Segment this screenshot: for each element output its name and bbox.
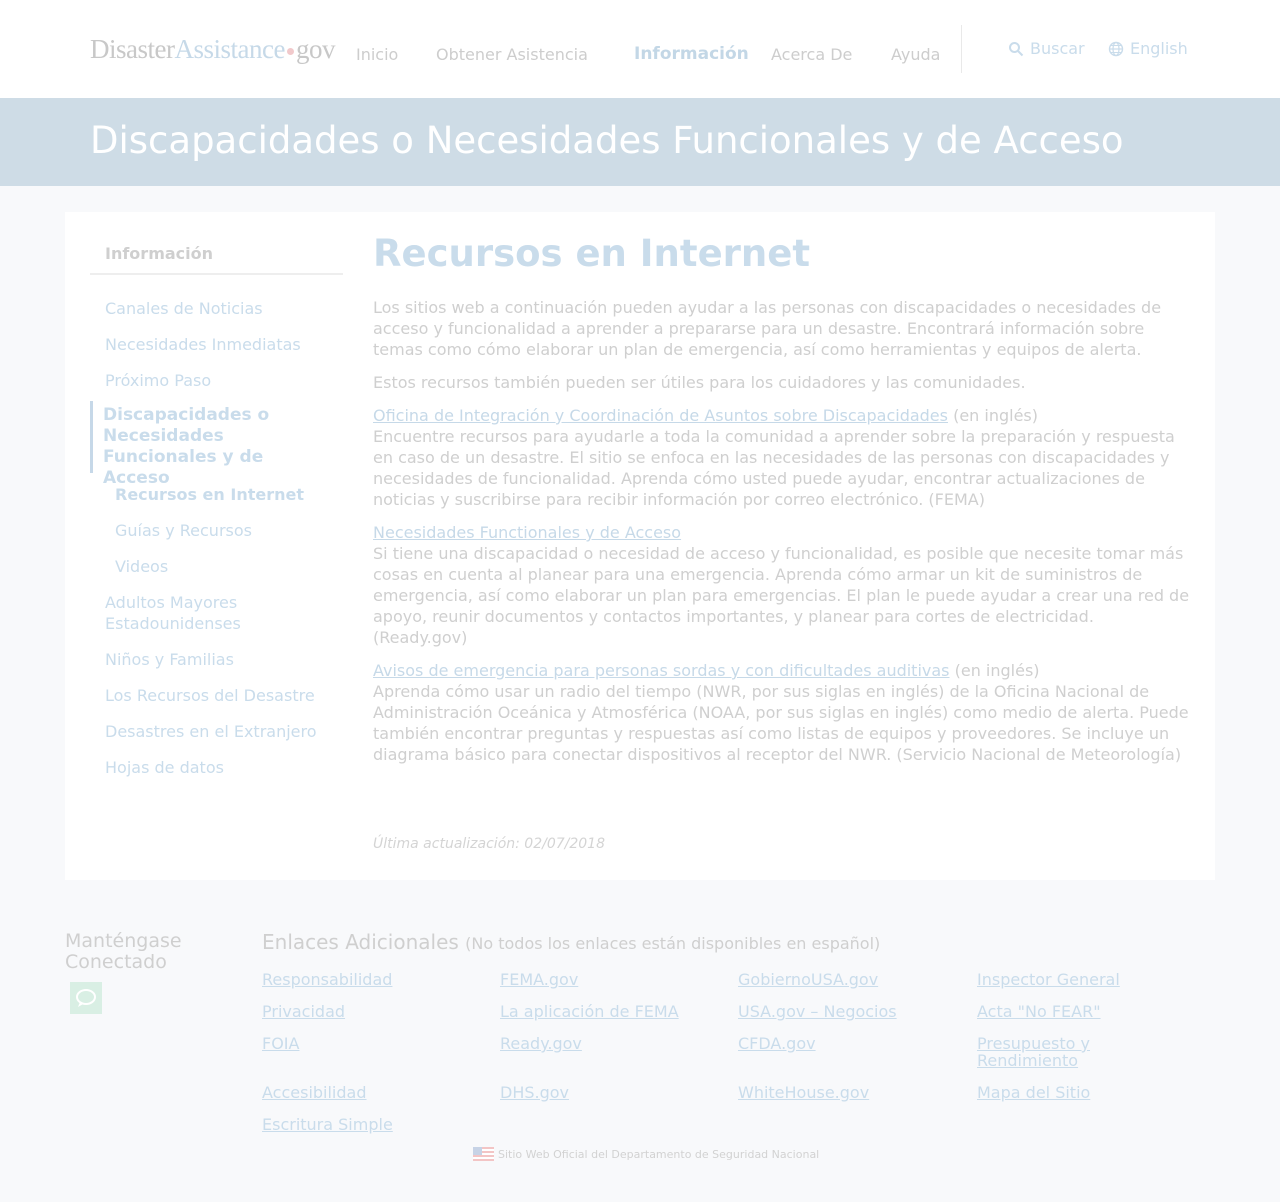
- footer-link-privacidad[interactable]: Privacidad: [262, 1003, 462, 1020]
- footer-link-presupuesto[interactable]: Presupuesto y Rendimiento: [977, 1035, 1117, 1069]
- nav-informacion[interactable]: Información: [634, 44, 749, 64]
- site-logo[interactable]: DisasterAssistance gov: [90, 34, 335, 65]
- official-site-text: Sitio Web Oficial del Departamento de Se…: [498, 1147, 820, 1161]
- search-button[interactable]: Buscar: [1008, 39, 1085, 58]
- footer-link-mapa-sitio[interactable]: Mapa del Sitio: [977, 1084, 1177, 1101]
- sidebar-item-guias-y-recursos[interactable]: Guías y Recursos: [115, 520, 345, 541]
- language-label: English: [1130, 39, 1188, 58]
- footer-link-escritura-simple[interactable]: Escritura Simple: [262, 1116, 462, 1133]
- page-banner: Discapacidades o Necesidades Funcionales…: [0, 98, 1280, 186]
- sidebar-item-adultos-mayores[interactable]: Adultos Mayores Estadounidenses: [105, 592, 285, 634]
- additional-links-heading: Enlaces Adicionales (No todos los enlace…: [262, 930, 880, 954]
- official-site-notice: Sitio Web Oficial del Departamento de Se…: [473, 1147, 819, 1161]
- nav-ayuda[interactable]: Ayuda: [891, 45, 940, 64]
- footer-link-foia[interactable]: FOIA: [262, 1035, 462, 1052]
- chat-social-button[interactable]: [70, 982, 102, 1014]
- sidebar-title: Información: [105, 244, 214, 263]
- resource-link-avisos-sordos[interactable]: Avisos de emergencia para personas sorda…: [373, 661, 950, 680]
- sidebar-item-videos[interactable]: Videos: [115, 556, 345, 577]
- nav-divider: [961, 25, 962, 73]
- sidebar-item-desastres-extranjero[interactable]: Desastres en el Extranjero: [105, 721, 335, 742]
- section-title: Recursos en Internet: [373, 232, 811, 275]
- nav-inicio[interactable]: Inicio: [356, 45, 398, 64]
- sidebar-item-ninos-y-familias[interactable]: Niños y Familias: [105, 649, 335, 670]
- intro-paragraph: Los sitios web a continuación pueden ayu…: [373, 298, 1162, 359]
- last-updated: Última actualización: 02/07/2018: [373, 836, 605, 852]
- stay-connected-heading: Manténgase Conectado: [65, 930, 182, 973]
- sidebar-item-recursos-del-desastre[interactable]: Los Recursos del Desastre: [105, 685, 335, 706]
- resource-description: Si tiene una discapacidad o necesidad de…: [373, 544, 1190, 647]
- footer-link-dhs[interactable]: DHS.gov: [500, 1084, 700, 1101]
- logo-text-disaster: Disaster: [90, 34, 175, 64]
- nav-acerca-de[interactable]: Acerca De: [771, 45, 852, 64]
- language-button[interactable]: English: [1108, 39, 1188, 58]
- sidebar-active-indicator: [90, 401, 93, 473]
- resource-description: Aprenda cómo usar un radio del tiempo (N…: [373, 682, 1189, 764]
- search-label: Buscar: [1030, 39, 1085, 58]
- resource-item: Necesidades Functionales y de Acceso Si …: [373, 522, 1193, 648]
- intro-paragraph-2: Estos recursos también pueden ser útiles…: [373, 373, 1026, 392]
- footer-link-accesibilidad[interactable]: Accesibilidad: [262, 1084, 462, 1101]
- additional-links-note: (No todos los enlaces están disponibles …: [465, 934, 881, 953]
- additional-links-title: Enlaces Adicionales: [262, 930, 459, 954]
- nav-obtener-asistencia[interactable]: Obtener Asistencia: [436, 45, 588, 64]
- resource-note: (en inglés): [949, 661, 1040, 680]
- footer-link-ready[interactable]: Ready.gov: [500, 1035, 700, 1052]
- sidebar-item-proximo-paso[interactable]: Próximo Paso: [105, 370, 335, 391]
- resource-note: (en inglés): [947, 406, 1038, 425]
- logo-text-gov: gov: [295, 34, 336, 64]
- logo-text-assistance: Assistance: [174, 34, 285, 64]
- footer-link-whitehouse[interactable]: WhiteHouse.gov: [738, 1084, 938, 1101]
- footer-link-responsabilidad[interactable]: Responsabilidad: [262, 971, 462, 988]
- sidebar-item-necesidades-inmediatas[interactable]: Necesidades Inmediatas: [105, 334, 335, 355]
- footer-link-inspector-general[interactable]: Inspector General: [977, 971, 1177, 988]
- sidebar-item-discapacidades[interactable]: Discapacidades o Necesidades Funcionales…: [103, 405, 333, 489]
- sidebar-item-hojas-de-datos[interactable]: Hojas de datos: [105, 757, 335, 778]
- resource-item: Oficina de Integración y Coordinación de…: [373, 405, 1193, 510]
- sidebar-item-canales-de-noticias[interactable]: Canales de Noticias: [105, 298, 335, 319]
- sidebar-divider: [90, 273, 343, 275]
- page-title: Discapacidades o Necesidades Funcionales…: [90, 119, 1124, 162]
- logo-dot: [286, 48, 294, 56]
- footer-link-no-fear[interactable]: Acta "No FEAR": [977, 1003, 1177, 1020]
- site-header: DisasterAssistance gov Inicio Obtener Asi…: [0, 0, 1280, 98]
- footer-link-fema[interactable]: FEMA.gov: [500, 971, 700, 988]
- search-icon: [1009, 41, 1024, 56]
- resource-link-necesidades-funcionales[interactable]: Necesidades Functionales y de Acceso: [373, 523, 681, 542]
- us-flag-icon: [473, 1147, 494, 1161]
- resource-description: Encuentre recursos para ayudarle a toda …: [373, 427, 1175, 509]
- globe-icon: [1108, 41, 1124, 56]
- footer-link-usagov-negocios[interactable]: USA.gov – Negocios: [738, 1003, 938, 1020]
- sidebar-item-recursos-en-internet[interactable]: Recursos en Internet: [115, 484, 345, 505]
- resource-item: Avisos de emergencia para personas sorda…: [373, 660, 1193, 765]
- footer-link-app-fema[interactable]: La aplicación de FEMA: [500, 1003, 700, 1020]
- resource-link-odic[interactable]: Oficina de Integración y Coordinación de…: [373, 406, 948, 425]
- footer-link-gobiernousa[interactable]: GobiernoUSA.gov: [738, 971, 938, 988]
- chat-bubble-icon: [76, 989, 96, 1007]
- footer-link-cfda[interactable]: CFDA.gov: [738, 1035, 938, 1052]
